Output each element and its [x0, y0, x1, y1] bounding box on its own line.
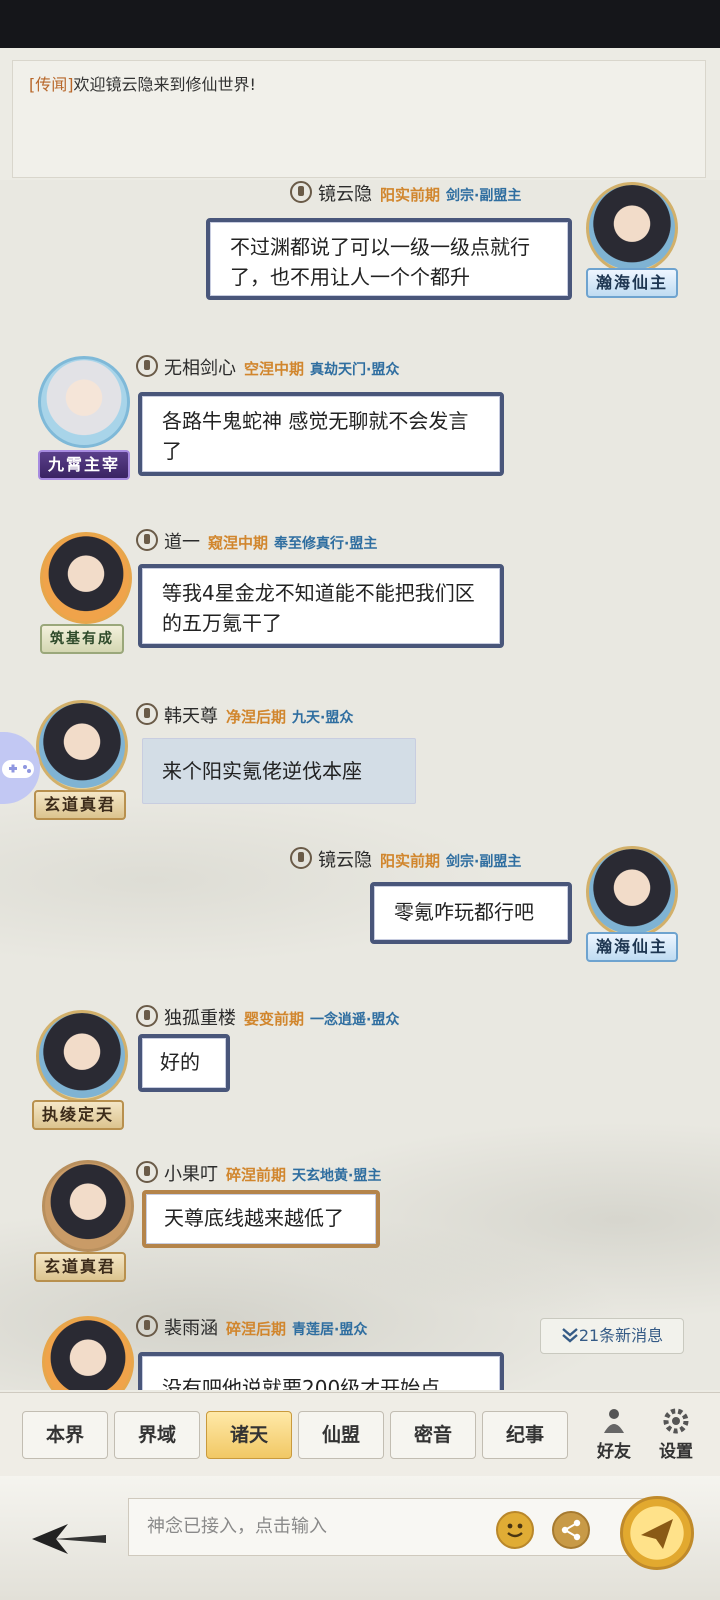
- emoji-button[interactable]: [496, 1511, 534, 1549]
- sender-row: 裴雨涵 碎涅后期 青莲居·盟众: [136, 1314, 367, 1340]
- title-plaque: 九霄主宰: [38, 450, 131, 480]
- share-icon: [561, 1519, 581, 1541]
- tab-benjie[interactable]: 本界: [22, 1411, 108, 1459]
- sender-sect: 剑宗·副盟主: [446, 188, 522, 204]
- new-messages-button[interactable]: 21条新消息: [540, 1318, 684, 1354]
- sender-row: 镜云隐 阳实前期 剑宗·副盟主: [290, 846, 521, 872]
- sender-row: 道一 窥涅中期 奉至修真行·盟主: [136, 528, 377, 554]
- sender-name[interactable]: 独孤重楼: [164, 1004, 236, 1030]
- title-plaque: 瀚海仙主: [586, 268, 679, 298]
- tab-zhutian[interactable]: 诸天: [206, 1411, 292, 1459]
- sender-name[interactable]: 无相剑心: [164, 354, 236, 380]
- sender-realm: 碎涅后期: [226, 1320, 287, 1338]
- gamepad-icon: [2, 760, 34, 778]
- chevron-down-icon: [562, 1328, 578, 1343]
- tab-jishi[interactable]: 纪事: [482, 1411, 568, 1459]
- title-plaque: 瀚海仙主: [586, 932, 679, 962]
- sender-realm: 婴变前期: [244, 1010, 305, 1028]
- speaker-icon[interactable]: [136, 1161, 158, 1183]
- input-bar: 神念已接入，点击输入: [0, 1476, 720, 1600]
- tab-miyin[interactable]: 密音: [390, 1411, 476, 1459]
- message-bubble[interactable]: 天尊底线越来越低了: [142, 1190, 380, 1248]
- rumor-panel: [传闻]欢迎镜云隐来到修仙世界!: [12, 60, 706, 178]
- rumor-tag: [传闻]: [29, 75, 74, 94]
- rumor-text: 欢迎镜云隐来到修仙世界!: [73, 75, 256, 94]
- channel-tabbar: 本界 界域 诸天 仙盟 密音 纪事 好友 设置: [0, 1392, 720, 1477]
- avatar[interactable]: [40, 532, 132, 624]
- sender-sect: 剑宗·副盟主: [446, 854, 522, 870]
- friends-label: 好友: [597, 1442, 631, 1462]
- sender-sect: 一念逍遥·盟众: [310, 1012, 400, 1028]
- friends-icon: [604, 1409, 624, 1433]
- avatar[interactable]: [36, 1010, 128, 1102]
- friends-button[interactable]: 好友: [590, 1407, 638, 1467]
- sender-realm: 空涅中期: [244, 360, 305, 378]
- new-messages-count: 21条新消息: [578, 1326, 664, 1345]
- avatar[interactable]: [586, 846, 678, 938]
- speaker-icon[interactable]: [136, 355, 158, 377]
- message-bubble[interactable]: 好的: [138, 1034, 230, 1092]
- speaker-icon[interactable]: [290, 847, 312, 869]
- avatar[interactable]: [38, 356, 130, 448]
- sender-name[interactable]: 道一: [164, 528, 200, 554]
- settings-button[interactable]: 设置: [652, 1407, 700, 1467]
- tab-jieyu[interactable]: 界域: [114, 1411, 200, 1459]
- sender-sect: 九天·盟众: [292, 710, 354, 726]
- sender-sect: 奉至修真行·盟主: [274, 536, 378, 552]
- sender-name[interactable]: 镜云隐: [318, 846, 372, 872]
- sender-name[interactable]: 镜云隐: [318, 180, 372, 206]
- sender-sect: 真劫天门·盟众: [310, 362, 400, 378]
- avatar[interactable]: [42, 1316, 134, 1390]
- avatar[interactable]: [36, 700, 128, 792]
- sender-name[interactable]: 裴雨涵: [164, 1314, 218, 1340]
- sender-sect: 天玄地黄·盟主: [292, 1168, 382, 1184]
- speaker-icon[interactable]: [136, 529, 158, 551]
- sender-row: 镜云隐 阳实前期 剑宗·副盟主: [290, 180, 521, 206]
- speaker-icon[interactable]: [136, 1005, 158, 1027]
- status-bar: [0, 0, 720, 48]
- avatar[interactable]: [586, 182, 678, 274]
- message-bubble[interactable]: 等我4星金龙不知道能不能把我们区的五万氪干了: [138, 564, 504, 648]
- message-bubble[interactable]: 零氪咋玩都行吧: [370, 882, 572, 944]
- title-plaque: 玄道真君: [34, 1252, 127, 1282]
- sender-realm: 窥涅中期: [208, 534, 269, 552]
- sender-row: 韩天尊 净涅后期 九天·盟众: [136, 702, 353, 728]
- sender-row: 独孤重楼 婴变前期 一念逍遥·盟众: [136, 1004, 399, 1030]
- emoji-icon: [507, 1523, 523, 1538]
- speaker-icon[interactable]: [136, 703, 158, 725]
- message-bubble[interactable]: 不过渊都说了可以一级一级点就行了，也不用让人一个个都升: [206, 218, 572, 300]
- back-arrow-icon[interactable]: [28, 1520, 108, 1558]
- message-bubble[interactable]: 没有吧他说就要200级才开始点: [138, 1352, 504, 1390]
- send-button[interactable]: [620, 1496, 694, 1570]
- settings-label: 设置: [659, 1442, 693, 1462]
- title-plaque: 玄道真君: [34, 790, 127, 820]
- sender-row: 无相剑心 空涅中期 真劫天门·盟众: [136, 354, 399, 380]
- sender-sect: 青莲居·盟众: [292, 1322, 368, 1338]
- avatar[interactable]: [42, 1160, 134, 1252]
- sender-name[interactable]: 韩天尊: [164, 702, 218, 728]
- sender-realm: 碎涅前期: [226, 1166, 287, 1184]
- message-bubble[interactable]: 来个阳实氪佬逆伐本座: [142, 738, 416, 804]
- tab-xianmeng[interactable]: 仙盟: [298, 1411, 384, 1459]
- share-button[interactable]: [552, 1511, 590, 1549]
- speaker-icon[interactable]: [136, 1315, 158, 1337]
- speaker-icon[interactable]: [290, 181, 312, 203]
- message-bubble[interactable]: 各路牛鬼蛇神 感觉无聊就不会发言了: [138, 392, 504, 476]
- title-plaque: 执绫定天: [32, 1100, 125, 1130]
- send-icon: [641, 1519, 673, 1549]
- sender-row: 小果叮 碎涅前期 天玄地黄·盟主: [136, 1160, 381, 1186]
- title-plaque: 筑基有成: [40, 624, 124, 654]
- sender-realm: 阳实前期: [380, 186, 441, 204]
- sender-realm: 阳实前期: [380, 852, 441, 870]
- gear-icon: [663, 1408, 689, 1434]
- sender-realm: 净涅后期: [226, 708, 287, 726]
- chat-area[interactable]: 镜云隐 阳实前期 剑宗·副盟主 瀚海仙主 不过渊都说了可以一级一级点就行了，也不用让…: [0, 180, 720, 1390]
- sender-name[interactable]: 小果叮: [164, 1160, 218, 1186]
